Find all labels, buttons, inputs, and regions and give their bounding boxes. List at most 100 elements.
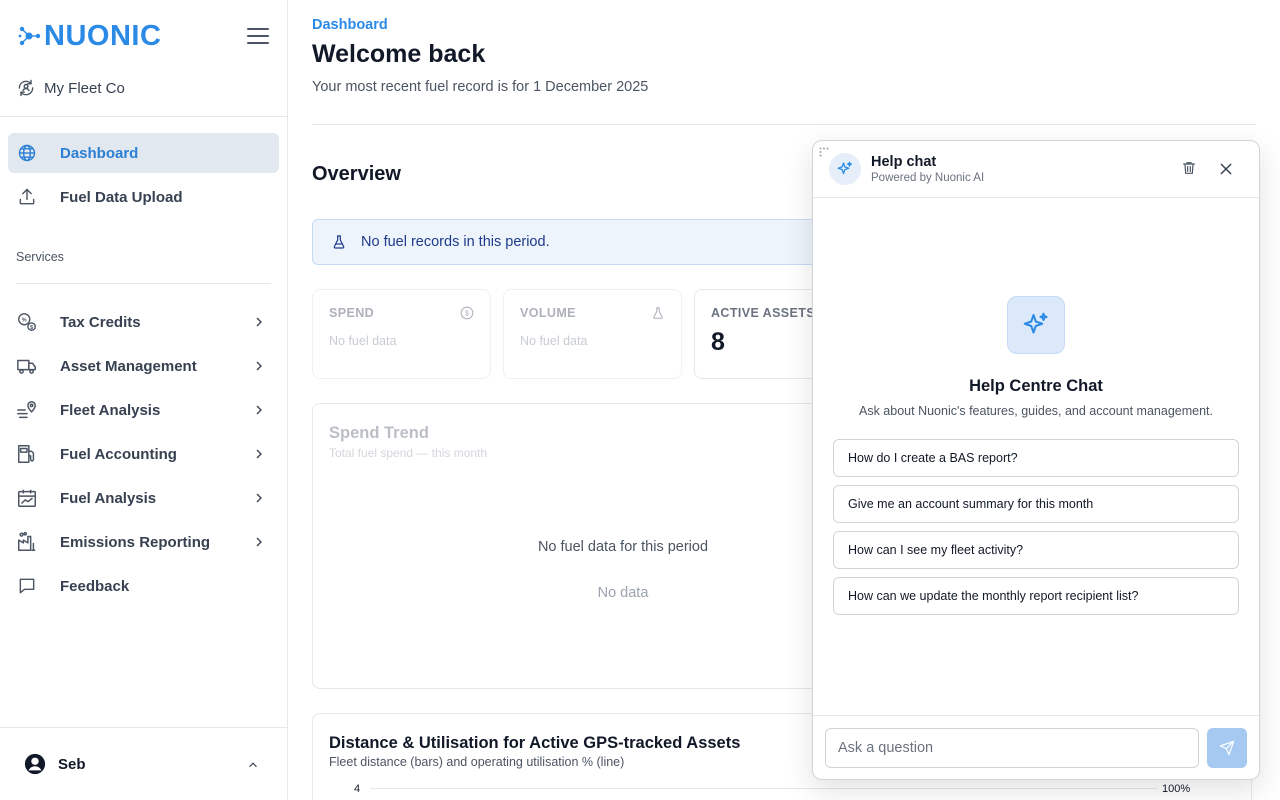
svg-text:%: %	[22, 318, 27, 324]
sidebar-item-feedback[interactable]: Feedback	[8, 566, 279, 606]
chat-powered-by: Powered by Nuonic AI	[871, 172, 985, 184]
divider	[0, 116, 287, 117]
org-switcher[interactable]: My Fleet Co	[16, 76, 125, 100]
org-name: My Fleet Co	[44, 79, 125, 97]
chat-hero-badge	[1007, 296, 1065, 354]
svg-text:$: $	[465, 311, 469, 318]
card-value: No fuel data	[329, 334, 397, 348]
chat-question-input[interactable]	[825, 728, 1199, 768]
svg-text:$: $	[30, 325, 33, 331]
sparkles-icon	[837, 161, 853, 175]
chevron-right-icon	[256, 449, 262, 459]
sidebar-item-tax-credits[interactable]: % $ Tax Credits	[8, 302, 279, 342]
suggestion-button[interactable]: Give me an account summary for this mont…	[833, 485, 1239, 523]
chevron-up-icon	[249, 762, 257, 768]
flask-icon	[333, 235, 345, 249]
page-subtitle: Your most recent fuel record is for 1 De…	[312, 79, 649, 95]
menu-toggle-button[interactable]	[247, 28, 269, 44]
empty-state-title: No fuel data for this period	[537, 539, 709, 555]
menu-icon	[247, 28, 269, 30]
card-label: SPEND	[329, 306, 375, 320]
sidebar-item-fleet-analysis[interactable]: Fleet Analysis	[8, 390, 279, 430]
logo-row: NUONIC	[18, 20, 269, 52]
help-chat-widget: Help chat Powered by Nuonic AI Help Cent…	[812, 140, 1260, 780]
panel-title: Distance & Utilisation for Active GPS-tr…	[329, 734, 741, 752]
upload-icon	[16, 186, 38, 208]
sidebar: NUONIC My Fleet Co Dashboard Fuel Data U…	[0, 0, 288, 800]
card-label: VOLUME	[520, 306, 576, 320]
sidebar-item-label: Emissions Reporting	[60, 533, 211, 551]
breadcrumb[interactable]: Dashboard	[312, 17, 388, 33]
factory-icon	[16, 531, 38, 553]
sidebar-item-label: Fleet Analysis	[60, 401, 161, 419]
menu-icon-bar	[247, 35, 269, 37]
tax-credits-icon: % $	[16, 311, 38, 333]
logo-mark-icon	[18, 26, 41, 46]
services-heading: Services	[16, 250, 64, 264]
chat-title: Help chat	[871, 154, 937, 170]
sidebar-item-dashboard[interactable]: Dashboard	[8, 133, 279, 173]
calendar-chart-icon	[16, 487, 38, 509]
fuel-pump-icon	[16, 443, 38, 465]
panel-title: Spend Trend	[329, 424, 429, 442]
chat-footer	[813, 715, 1259, 779]
page-title: Welcome back	[312, 40, 486, 68]
sidebar-item-label: Feedback	[60, 577, 130, 595]
route-pin-icon	[16, 399, 38, 421]
send-icon	[1219, 740, 1235, 756]
close-icon[interactable]	[1218, 161, 1234, 177]
sidebar-item-label: Fuel Analysis	[60, 489, 157, 507]
sidebar-item-label: Tax Credits	[60, 313, 141, 331]
overview-heading: Overview	[312, 163, 401, 185]
truck-icon	[16, 355, 38, 377]
trash-icon[interactable]	[1181, 160, 1197, 176]
sidebar-item-label: Fuel Data Upload	[60, 188, 183, 206]
sidebar-item-asset-management[interactable]: Asset Management	[8, 346, 279, 386]
globe-icon	[16, 142, 38, 164]
chart-gridline	[370, 788, 1157, 789]
y-axis-right-tick: 100%	[1162, 783, 1191, 795]
nuonic-logo[interactable]: NUONIC	[18, 20, 161, 53]
dollar-icon: $	[460, 306, 474, 320]
chevron-right-icon	[256, 317, 262, 327]
y-axis-left-tick: 4	[354, 783, 361, 795]
sparkles-icon	[1023, 312, 1048, 334]
suggestion-button[interactable]: How do I create a BAS report?	[833, 439, 1239, 477]
panel-subtitle: Total fuel spend — this month	[329, 446, 488, 460]
empty-state-subtitle: No data	[597, 585, 649, 601]
chat-header: Help chat Powered by Nuonic AI	[813, 141, 1259, 198]
user-avatar-icon	[24, 753, 46, 775]
sidebar-item-label: Asset Management	[60, 357, 197, 375]
user-menu[interactable]: Seb	[24, 752, 264, 776]
spend-card: SPEND No fuel data $	[312, 289, 491, 379]
sidebar-item-fuel-data-upload[interactable]: Fuel Data Upload	[8, 177, 279, 217]
divider	[0, 727, 287, 728]
card-value: No fuel data	[520, 334, 588, 348]
chevron-right-icon	[256, 405, 262, 415]
suggestion-button[interactable]: How can we update the monthly report rec…	[833, 577, 1239, 615]
chat-bubble-icon	[16, 575, 38, 597]
chevron-right-icon	[256, 493, 262, 503]
user-name: Seb	[58, 755, 86, 773]
sidebar-item-label: Dashboard	[60, 144, 139, 162]
chevron-right-icon	[256, 537, 262, 547]
chat-hero-description: Ask about Nuonic's features, guides, and…	[859, 404, 1213, 418]
chat-hero-title: Help Centre Chat	[969, 377, 1103, 395]
menu-icon-bar	[247, 42, 269, 44]
ai-avatar	[829, 153, 861, 185]
flask-icon	[653, 307, 663, 319]
volume-card: VOLUME No fuel data	[503, 289, 682, 379]
panel-subtitle: Fleet distance (bars) and operating util…	[329, 755, 625, 769]
divider	[312, 124, 1256, 125]
send-button[interactable]	[1207, 728, 1247, 768]
switch-org-icon	[18, 79, 34, 97]
drag-handle-icon[interactable]	[819, 147, 829, 157]
sidebar-item-fuel-accounting[interactable]: Fuel Accounting	[8, 434, 279, 474]
alert-text: No fuel records in this period.	[361, 234, 550, 250]
suggestion-button[interactable]: How can I see my fleet activity?	[833, 531, 1239, 569]
sidebar-item-fuel-analysis[interactable]: Fuel Analysis	[8, 478, 279, 518]
chevron-right-icon	[256, 361, 262, 371]
sidebar-item-emissions-reporting[interactable]: Emissions Reporting	[8, 522, 279, 562]
logo-text: NUONIC	[44, 19, 162, 52]
sidebar-item-label: Fuel Accounting	[60, 445, 177, 463]
